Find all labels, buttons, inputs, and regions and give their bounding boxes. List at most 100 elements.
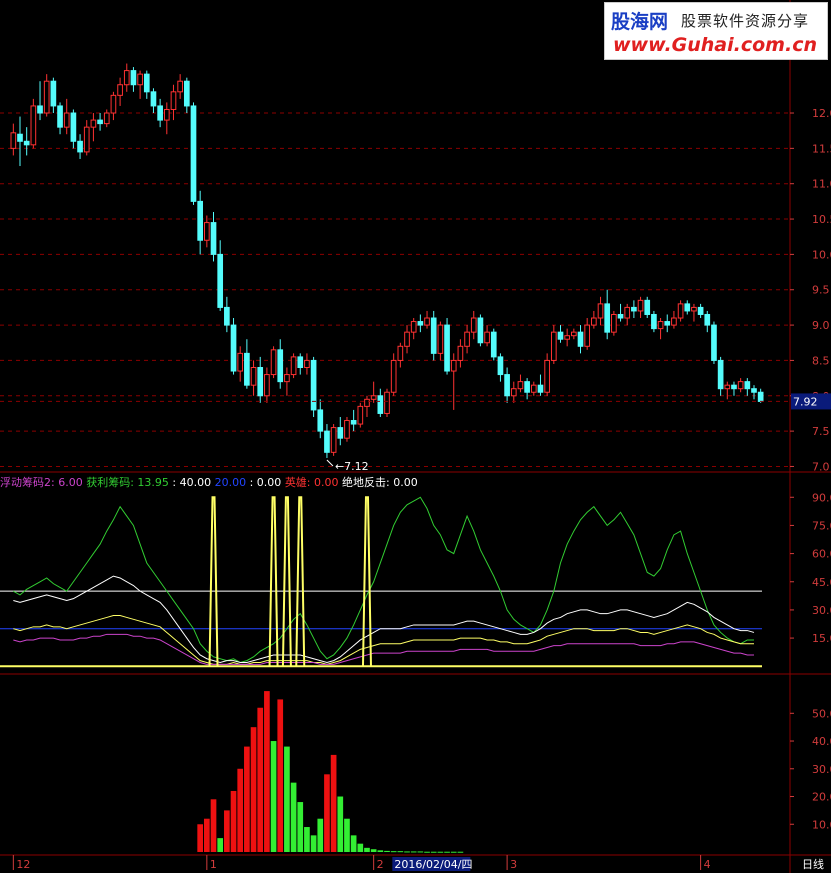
candle-body[interactable] xyxy=(557,331,564,340)
candle-body[interactable] xyxy=(404,331,410,347)
candle-body[interactable] xyxy=(63,112,70,128)
candle-body[interactable] xyxy=(370,395,377,400)
candle-body[interactable] xyxy=(123,70,130,86)
candle-body[interactable] xyxy=(470,317,477,333)
candle-body[interactable] xyxy=(23,140,30,146)
candle-body[interactable] xyxy=(43,80,50,114)
candle-body[interactable] xyxy=(83,126,90,153)
candle-body[interactable] xyxy=(751,388,757,393)
candle-body[interactable] xyxy=(564,335,570,340)
candle-body[interactable] xyxy=(143,73,150,93)
candle-body[interactable] xyxy=(290,356,297,376)
candle-body[interactable] xyxy=(330,427,337,453)
candle-body[interactable] xyxy=(717,359,724,390)
candle-body[interactable] xyxy=(77,140,83,153)
candle-body[interactable] xyxy=(110,94,117,114)
candle-body[interactable] xyxy=(677,303,684,319)
candle-body[interactable] xyxy=(117,84,123,96)
candle-body[interactable] xyxy=(537,384,544,393)
candle-body[interactable] xyxy=(304,359,310,368)
candle-body[interactable] xyxy=(150,91,157,107)
candle-body[interactable] xyxy=(350,420,357,425)
candle-body[interactable] xyxy=(530,384,537,393)
candle-body[interactable] xyxy=(410,321,417,333)
candle-body[interactable] xyxy=(731,384,737,390)
candle-body[interactable] xyxy=(664,321,671,326)
candle-body[interactable] xyxy=(544,359,550,393)
candle-body[interactable] xyxy=(384,391,390,414)
candle-body[interactable] xyxy=(57,105,63,128)
candle-body[interactable] xyxy=(624,306,631,319)
candle-body[interactable] xyxy=(297,356,304,368)
candle-body[interactable] xyxy=(244,352,250,386)
candle-body[interactable] xyxy=(657,321,664,330)
candle-body[interactable] xyxy=(757,391,764,402)
candle-body[interactable] xyxy=(577,331,584,347)
candle-body[interactable] xyxy=(724,384,731,390)
candle-body[interactable] xyxy=(30,105,37,146)
candle-body[interactable] xyxy=(457,345,464,361)
candle-body[interactable] xyxy=(170,91,177,110)
candle-body[interactable] xyxy=(177,80,183,93)
candle-body[interactable] xyxy=(217,253,224,308)
candle-body[interactable] xyxy=(524,381,530,393)
candle-body[interactable] xyxy=(70,112,77,142)
candle-body[interactable] xyxy=(90,119,97,128)
candle-body[interactable] xyxy=(230,324,237,372)
candle-body[interactable] xyxy=(50,80,57,107)
candle-body[interactable] xyxy=(704,313,711,326)
candle-body[interactable] xyxy=(17,133,23,142)
candle-body[interactable] xyxy=(103,112,110,125)
candle-body[interactable] xyxy=(484,331,490,344)
candle-body[interactable] xyxy=(364,398,370,407)
candle-body[interactable] xyxy=(310,359,317,411)
candle-body[interactable] xyxy=(190,105,197,202)
candle-body[interactable] xyxy=(250,367,257,386)
candle-body[interactable] xyxy=(183,80,190,107)
candle-body[interactable] xyxy=(464,331,470,347)
candle-body[interactable] xyxy=(284,374,290,383)
candle-body[interactable] xyxy=(684,303,691,312)
candle-body[interactable] xyxy=(417,321,424,326)
stock-chart-svg[interactable]: 12.011.511.010.510.09.59.08.58.07.57.07.… xyxy=(0,0,831,873)
candle-body[interactable] xyxy=(737,381,744,390)
candle-body[interactable] xyxy=(550,331,557,361)
candle-body[interactable] xyxy=(137,73,143,86)
candle-body[interactable] xyxy=(517,381,524,390)
candle-body[interactable] xyxy=(671,317,677,326)
candle-body[interactable] xyxy=(424,317,430,326)
candle-body[interactable] xyxy=(130,70,137,86)
candle-body[interactable] xyxy=(450,359,457,372)
period-label[interactable]: 日线 xyxy=(802,857,824,871)
candle-body[interactable] xyxy=(317,409,324,432)
candle-body[interactable] xyxy=(490,331,497,358)
candle-body[interactable] xyxy=(711,324,717,361)
candle-body[interactable] xyxy=(397,345,404,361)
candle-body[interactable] xyxy=(377,395,384,414)
candle-body[interactable] xyxy=(504,374,510,397)
candle-body[interactable] xyxy=(277,349,284,383)
candle-body[interactable] xyxy=(163,108,170,121)
candle-body[interactable] xyxy=(337,427,344,439)
candle-body[interactable] xyxy=(10,132,17,149)
candle-body[interactable] xyxy=(204,222,210,241)
candle-body[interactable] xyxy=(324,430,330,453)
candle-body[interactable] xyxy=(697,306,704,315)
candle-body[interactable] xyxy=(210,222,217,255)
candle-body[interactable] xyxy=(444,324,450,372)
candle-body[interactable] xyxy=(157,105,163,121)
candle-body[interactable] xyxy=(691,306,697,312)
candle-body[interactable] xyxy=(617,313,624,319)
candle-body[interactable] xyxy=(437,324,444,354)
candle-body[interactable] xyxy=(644,299,651,315)
candle-body[interactable] xyxy=(357,405,364,425)
candle-body[interactable] xyxy=(510,388,517,397)
candle-body[interactable] xyxy=(197,200,204,241)
candle-body[interactable] xyxy=(637,299,644,312)
candle-body[interactable] xyxy=(257,367,264,397)
candle-body[interactable] xyxy=(224,306,230,326)
candle-body[interactable] xyxy=(611,313,617,333)
candle-body[interactable] xyxy=(477,317,484,344)
candle-body[interactable] xyxy=(570,331,577,337)
candle-body[interactable] xyxy=(344,420,350,439)
